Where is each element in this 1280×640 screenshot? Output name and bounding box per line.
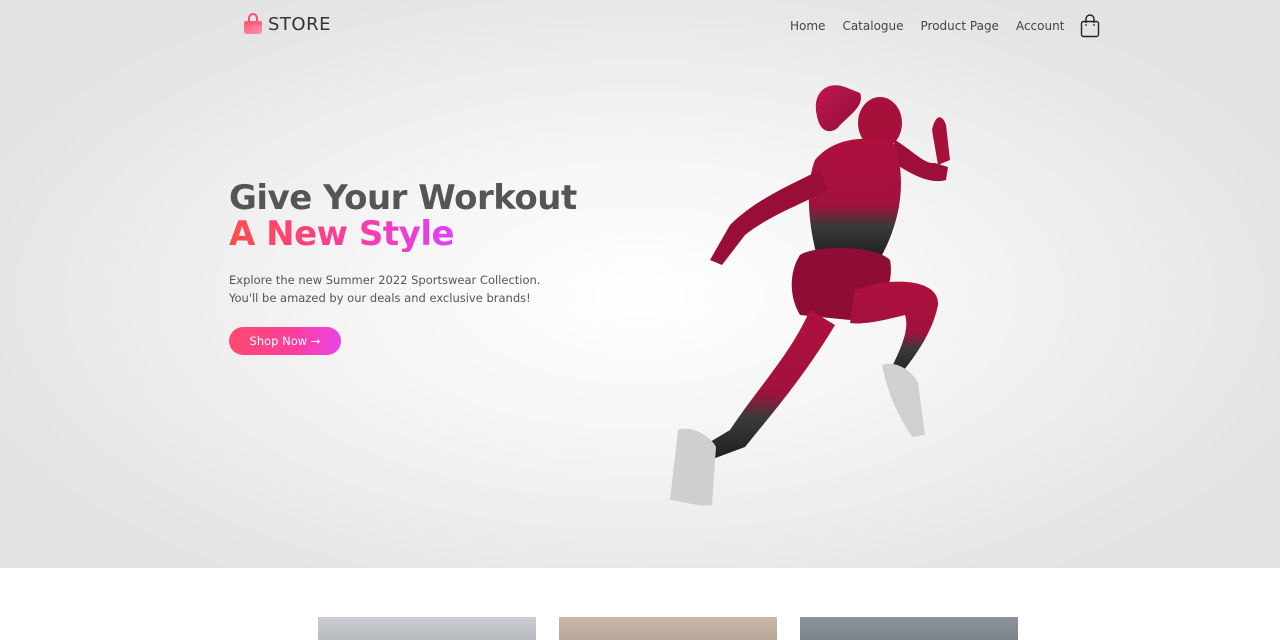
product-thumbnail-2[interactable] xyxy=(559,617,777,640)
nav-catalogue[interactable]: Catalogue xyxy=(842,14,903,38)
cart-bag-icon[interactable] xyxy=(1080,14,1100,38)
hero-description: Explore the new Summer 2022 Sportswear C… xyxy=(229,271,540,307)
brand-name: STORE xyxy=(268,13,331,35)
nav-product-page[interactable]: Product Page xyxy=(921,14,999,38)
hero-section: STORE Home Catalogue Product Page Accoun… xyxy=(0,0,1280,568)
product-thumbnail-1[interactable] xyxy=(318,617,536,640)
woman-sprinter-image xyxy=(670,85,950,506)
hero-headline: Give Your Workout A New Style xyxy=(229,180,577,252)
main-nav: Home Catalogue Product Page Account xyxy=(790,14,1100,38)
product-thumbnail-3[interactable] xyxy=(800,617,1018,640)
shopping-bag-icon xyxy=(244,13,262,34)
nav-home[interactable]: Home xyxy=(790,14,825,38)
headline-line-1: Give Your Workout xyxy=(229,178,577,218)
nav-account[interactable]: Account xyxy=(1016,14,1064,38)
description-line-2: You'll be amazed by our deals and exclus… xyxy=(229,291,531,305)
description-line-1: Explore the new Summer 2022 Sportswear C… xyxy=(229,273,541,287)
shop-now-button[interactable]: Shop Now → xyxy=(229,327,341,355)
brand-logo[interactable]: STORE xyxy=(243,12,331,36)
headline-line-2: A New Style xyxy=(229,214,455,254)
